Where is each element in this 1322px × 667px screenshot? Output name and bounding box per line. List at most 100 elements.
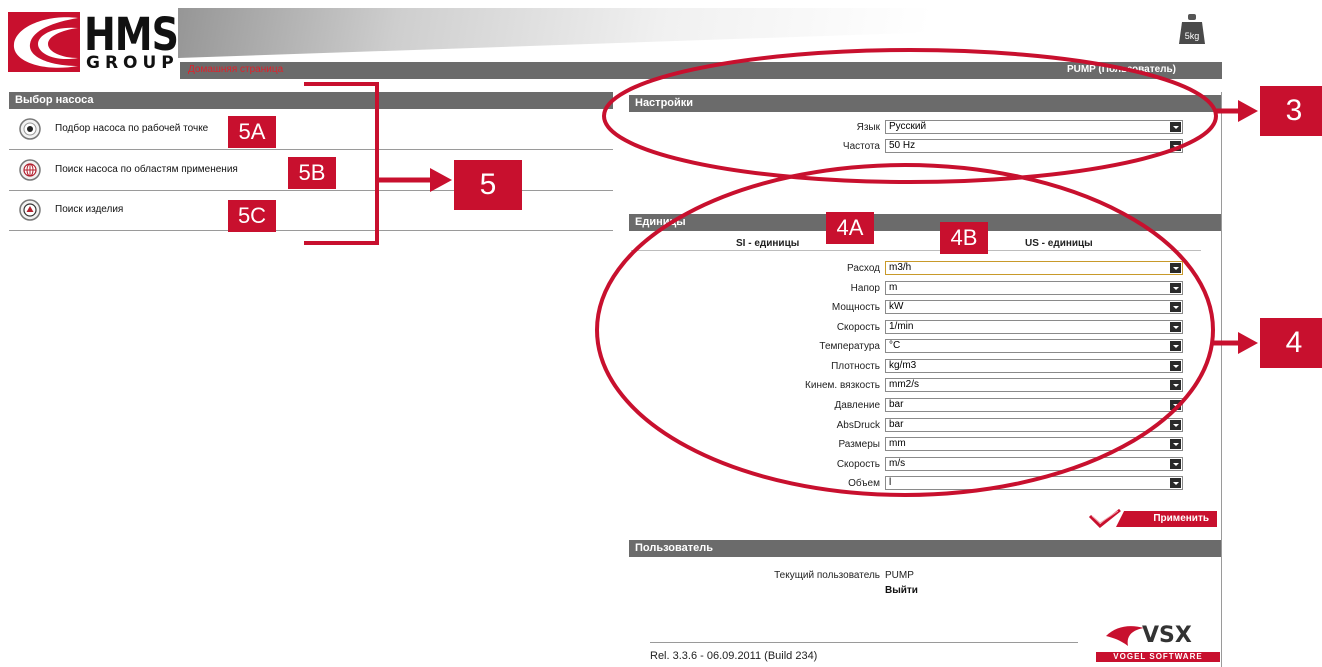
unit-select-head[interactable]: m — [885, 281, 1183, 295]
units-divider — [631, 250, 1201, 251]
chevron-down-icon[interactable] — [1170, 478, 1181, 488]
unit-select-value: 1/min — [889, 321, 914, 332]
unit-label-head: Напор — [850, 283, 880, 294]
chevron-down-icon[interactable] — [1170, 380, 1181, 390]
logo-swoosh-icon — [8, 12, 80, 72]
unit-select-value: m3/h — [889, 262, 912, 273]
chevron-down-icon[interactable] — [1170, 341, 1181, 351]
annotation-5c: 5C — [228, 200, 276, 232]
hms-group-logo: HMS GROUP — [8, 8, 179, 78]
language-select[interactable]: Русский — [885, 120, 1183, 134]
unit-select-temperature[interactable]: °C — [885, 339, 1183, 353]
vsx-sub: VOGEL SOFTWARE — [1113, 652, 1203, 661]
nav-item-label: Подбор насоса по рабочей точке — [55, 123, 209, 134]
unit-select-abs-pressure[interactable]: bar — [885, 418, 1183, 432]
footer-divider — [650, 642, 1078, 643]
annotation-5: 5 — [454, 160, 522, 210]
unit-select-value: bar — [889, 399, 904, 410]
nav-item-label: Поиск насоса по областям применения — [55, 164, 238, 175]
annotation-5a: 5A — [228, 116, 276, 148]
unit-select-value: bar — [889, 419, 904, 430]
chevron-down-icon[interactable] — [1170, 420, 1181, 430]
unit-select-speed[interactable]: 1/min — [885, 320, 1183, 334]
frequency-label: Частота — [842, 141, 880, 152]
unit-label-volume: Объем — [848, 478, 880, 489]
nav-item-duty-point[interactable]: Подбор насоса по рабочей точке — [9, 110, 613, 150]
frequency-select-value: 50 Hz — [889, 140, 916, 151]
home-link[interactable]: Домашняя страница — [188, 64, 283, 75]
vsx-logo: VSX VOGEL SOFTWARE — [1096, 618, 1220, 664]
frequency-select[interactable]: 50 Hz — [885, 139, 1183, 153]
annotation-3: 3 — [1260, 86, 1322, 136]
pump-selection-header: Выбор насоса — [9, 92, 613, 109]
unit-select-volume[interactable]: l — [885, 476, 1183, 490]
chevron-down-icon[interactable] — [1170, 400, 1181, 410]
apply-button-label[interactable]: Применить — [1116, 511, 1217, 527]
unit-label-abs-pressure: AbsDruck — [836, 420, 880, 431]
vsx-bird-icon — [1106, 626, 1144, 646]
chevron-down-icon[interactable] — [1170, 302, 1181, 312]
chevron-down-icon[interactable] — [1170, 439, 1181, 449]
unit-select-density[interactable]: kg/m3 — [885, 359, 1183, 373]
unit-select-pressure[interactable]: bar — [885, 398, 1183, 412]
header-banner — [178, 8, 1058, 58]
unit-select-value: kW — [889, 301, 904, 312]
top-bar: Домашняя страница PUMP (Пользователь) — [180, 62, 1222, 79]
logo-group-text: GROUP — [86, 53, 179, 73]
unit-label-power: Мощность — [831, 302, 880, 313]
chevron-down-icon[interactable] — [1170, 283, 1181, 293]
vsx-brand: VSX — [1142, 623, 1192, 648]
chevron-down-icon[interactable] — [1170, 141, 1181, 151]
current-user-label: Текущий пользователь — [774, 570, 880, 581]
current-user-label: PUMP (Пользователь) — [1066, 64, 1176, 75]
current-user-value: PUMP — [885, 570, 914, 581]
unit-select-velocity[interactable]: m/s — [885, 457, 1183, 471]
settings-header: Настройки — [629, 95, 1221, 112]
unit-select-value: m — [889, 282, 898, 293]
globe-icon — [19, 159, 41, 181]
units-header: Единицы — [629, 214, 1221, 231]
unit-label-density: Плотность — [831, 361, 880, 372]
annotation-5b: 5B — [288, 157, 336, 189]
language-select-value: Русский — [889, 121, 927, 132]
nav-item-product-search[interactable]: Поиск изделия — [9, 191, 613, 231]
unit-select-dimensions[interactable]: mm — [885, 437, 1183, 451]
unit-label-velocity: Скорость — [836, 459, 880, 470]
annotation-4: 4 — [1260, 318, 1322, 368]
unit-select-value: mm2/s — [889, 379, 919, 390]
target-icon — [19, 118, 41, 140]
user-header: Пользователь — [629, 540, 1221, 557]
unit-select-flow[interactable]: m3/h — [885, 261, 1183, 275]
chevron-down-icon[interactable] — [1170, 361, 1181, 371]
unit-select-value: kg/m3 — [889, 360, 917, 371]
chevron-down-icon[interactable] — [1170, 459, 1181, 469]
release-info: Rel. 3.3.6 - 06.09.2011 (Build 234) — [650, 650, 818, 662]
unit-select-value: mm — [889, 438, 906, 449]
svg-text:5kg: 5kg — [1185, 31, 1200, 41]
language-label: Язык — [856, 122, 880, 133]
unit-label-pressure: Давление — [834, 400, 880, 411]
unit-label-viscosity: Кинем. вязкость — [805, 380, 880, 391]
unit-label-flow: Расход — [847, 263, 880, 274]
annotation-4b: 4B — [940, 222, 988, 254]
unit-select-power[interactable]: kW — [885, 300, 1183, 314]
unit-select-value: m/s — [889, 458, 906, 469]
chevron-down-icon[interactable] — [1170, 122, 1181, 132]
checkmark-icon — [1088, 508, 1121, 528]
us-units-heading[interactable]: US - единицы — [1025, 238, 1093, 249]
apply-button[interactable]: Применить — [1088, 508, 1218, 528]
search-product-icon — [19, 199, 41, 221]
unit-select-value: °C — [889, 340, 901, 351]
nav-item-label: Поиск изделия — [55, 204, 124, 215]
unit-select-viscosity[interactable]: mm2/s — [885, 378, 1183, 392]
si-units-heading[interactable]: SI - единицы — [736, 238, 799, 249]
unit-select-value: l — [889, 477, 892, 488]
annotation-4a: 4A — [826, 212, 874, 244]
chevron-down-icon[interactable] — [1170, 322, 1181, 332]
chevron-down-icon[interactable] — [1170, 263, 1181, 273]
unit-label-temperature: Температура — [819, 341, 880, 352]
logout-link[interactable]: Выйти — [885, 585, 918, 596]
unit-label-speed: Скорость — [836, 322, 880, 333]
weight-5kg-icon[interactable]: 5kg — [1178, 14, 1206, 46]
unit-label-dimensions: Размеры — [838, 439, 880, 450]
